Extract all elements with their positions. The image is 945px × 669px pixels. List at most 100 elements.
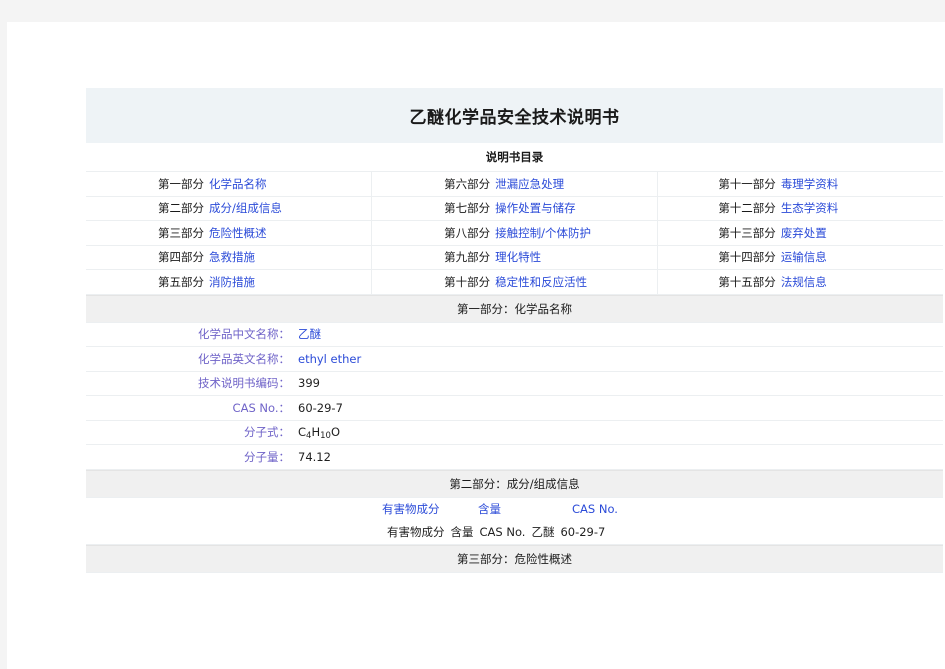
toc-part-number: 第九部分 [444,250,491,265]
property-value-msds-code: 399 [298,376,320,391]
property-label-msds-code: 技术说明书编码： [198,376,290,391]
toc-part-number: 第十五部分 [718,274,776,289]
page-chrome-left [0,22,7,669]
document-title-banner: 乙醚化学品安全技术说明书 [86,88,943,143]
toc-part-number: 第十四部分 [718,250,776,265]
toc-cell: 第三部分 危险性概述 [86,220,372,246]
page-title: 乙醚化学品安全技术说明书 [409,108,620,128]
toc-cell: 第六部分 泄漏应急处理 [371,171,658,197]
composition-row: 有害物成分 含量 CAS No. 有害物成分 含量 CAS No. 乙醚 60-29-7 [86,497,943,545]
toc-part-number: 第五部分 [158,274,204,289]
toc-cell: 第二部分 成分/组成信息 [86,196,372,221]
toc-cell: 第十部分 稳定性和反应活性 [371,269,658,295]
toc-cell: 第九部分 理化特性 [371,245,658,270]
composition-col-header-cas: CAS No. [572,501,618,516]
section-band-row: 第三部分：危险性概述 [86,544,943,573]
property-row: 化学品中文名称： 乙醚 [86,322,943,347]
composition-data-row: 有害物成分 含量 CAS No. 乙醚 60-29-7 [382,521,943,544]
toc-cell: 第五部分 消防措施 [86,269,372,295]
toc-link-part-15[interactable]: 法规信息 [781,274,827,290]
property-row: 分子式： C4H10O [86,420,943,445]
property-cell: 分子式： C4H10O [86,420,943,445]
toc-row: 第五部分 消防措施 第十部分 稳定性和反应活性 第十五部分 法规信息 [86,269,943,295]
toc-part-number: 第二部分 [158,201,204,216]
toc-link-part-3[interactable]: 危险性概述 [209,225,267,241]
composition-data-0: 有害物成分 [387,524,445,539]
toc-part-number: 第十部分 [444,274,491,289]
section-2-table: 第二部分：成分/组成信息 有害物成分 含量 CAS No. 有害物成分 含量 CAS N… [86,469,943,545]
composition-data-2: CAS No. [479,524,526,539]
toc-part-number: 第四部分 [158,250,204,265]
property-row: 分子量： 74.12 [86,444,943,470]
composition-data-4: 60-29-7 [560,524,606,539]
toc-heading: 说明书目录 [86,143,943,172]
toc-part-number: 第十二部分 [718,201,776,216]
composition-col-header-content: 含量 [478,501,501,516]
property-label-molecular-weight: 分子量： [244,449,290,464]
composition-data-3: 乙醚 [531,524,555,539]
property-value-molecular-weight: 74.12 [298,449,331,464]
toc-part-number: 第三部分 [158,225,204,240]
toc-cell: 第四部分 急救措施 [86,245,372,270]
document-page: 乙醚化学品安全技术说明书 说明书目录 第一部分 化学品名称 第六部分 泄漏应急处… [7,22,945,669]
toc-part-number: 第十三部分 [718,225,776,240]
toc-part-number: 第八部分 [444,225,491,240]
toc-cell: 第七部分 操作处置与储存 [371,196,658,221]
toc-cell: 第十一部分 毒理学资料 [656,171,943,197]
property-label-english-name: 化学品英文名称： [198,351,290,366]
toc-link-part-12[interactable]: 生态学资料 [781,200,839,216]
property-value-cas-no: 60-29-7 [298,400,343,415]
section-3-heading: 第三部分：危险性概述 [86,544,943,573]
section-1-heading: 第一部分：化学品名称 [86,294,943,323]
section-1-table: 第一部分：化学品名称 化学品中文名称： 乙醚 化学品英文名称： ethyl et… [86,294,943,470]
toc-link-part-4[interactable]: 急救措施 [209,249,255,265]
toc-table: 说明书目录 第一部分 化学品名称 第六部分 泄漏应急处理 第十一部分 毒理学资料… [86,143,943,295]
toc-row: 第四部分 急救措施 第九部分 理化特性 第十四部分 运输信息 [86,245,943,270]
property-label-chinese-name: 化学品中文名称： [198,327,290,342]
toc-link-part-10[interactable]: 稳定性和反应活性 [495,274,587,290]
property-cell: 分子量： 74.12 [86,444,943,470]
toc-cell: 第十四部分 运输信息 [656,245,943,270]
composition-cell: 有害物成分 含量 CAS No. 有害物成分 含量 CAS No. 乙醚 60-29-7 [86,497,943,545]
toc-cell: 第十二部分 生态学资料 [656,196,943,221]
toc-part-number: 第十一部分 [718,176,776,191]
property-row: 技术说明书编码： 399 [86,371,943,396]
section-band-row: 第一部分：化学品名称 [86,294,943,323]
page-chrome-top [0,0,945,22]
property-value-english-name[interactable]: ethyl ether [298,352,361,366]
toc-part-number: 第六部分 [444,176,491,191]
toc-link-part-7[interactable]: 操作处置与储存 [495,200,576,216]
toc-link-part-2[interactable]: 成分/组成信息 [209,200,282,216]
toc-link-part-14[interactable]: 运输信息 [781,249,827,265]
property-cell: 化学品英文名称： ethyl ether [86,346,943,372]
toc-cell: 第一部分 化学品名称 [86,171,372,197]
toc-row: 第一部分 化学品名称 第六部分 泄漏应急处理 第十一部分 毒理学资料 [86,171,943,197]
toc-row: 第二部分 成分/组成信息 第七部分 操作处置与储存 第十二部分 生态学资料 [86,196,943,221]
toc-link-part-6[interactable]: 泄漏应急处理 [495,176,564,192]
section-band-row: 第二部分：成分/组成信息 [86,469,943,498]
toc-heading-row: 说明书目录 [86,143,943,172]
msds-document: 乙醚化学品安全技术说明书 说明书目录 第一部分 化学品名称 第六部分 泄漏应急处… [86,88,943,573]
toc-link-part-13[interactable]: 废弃处置 [781,225,827,241]
toc-cell: 第八部分 接触控制/个体防护 [371,220,658,246]
property-row: 化学品英文名称： ethyl ether [86,346,943,372]
property-cell: 化学品中文名称： 乙醚 [86,322,943,347]
property-cell: 技术说明书编码： 399 [86,371,943,396]
section-2-heading: 第二部分：成分/组成信息 [86,469,943,498]
toc-cell: 第十五部分 法规信息 [656,269,943,295]
toc-link-part-8[interactable]: 接触控制/个体防护 [495,225,591,241]
toc-cell: 第十三部分 废弃处置 [656,220,943,246]
composition-col-header-component: 有害物成分 [382,501,440,516]
composition-data-1: 含量 [450,524,474,539]
toc-part-number: 第七部分 [444,201,491,216]
toc-link-part-1[interactable]: 化学品名称 [209,176,267,192]
property-label-cas-no: CAS No.： [232,400,290,415]
property-value-chinese-name[interactable]: 乙醚 [298,326,321,342]
toc-link-part-11[interactable]: 毒理学资料 [781,176,839,192]
toc-part-number: 第一部分 [158,176,204,191]
section-3-table: 第三部分：危险性概述 [86,544,943,573]
composition-header: 有害物成分 含量 CAS No. [382,498,943,521]
toc-link-part-9[interactable]: 理化特性 [495,249,541,265]
toc-link-part-5[interactable]: 消防措施 [209,274,255,290]
property-value-formula: C4H10O [298,425,340,442]
